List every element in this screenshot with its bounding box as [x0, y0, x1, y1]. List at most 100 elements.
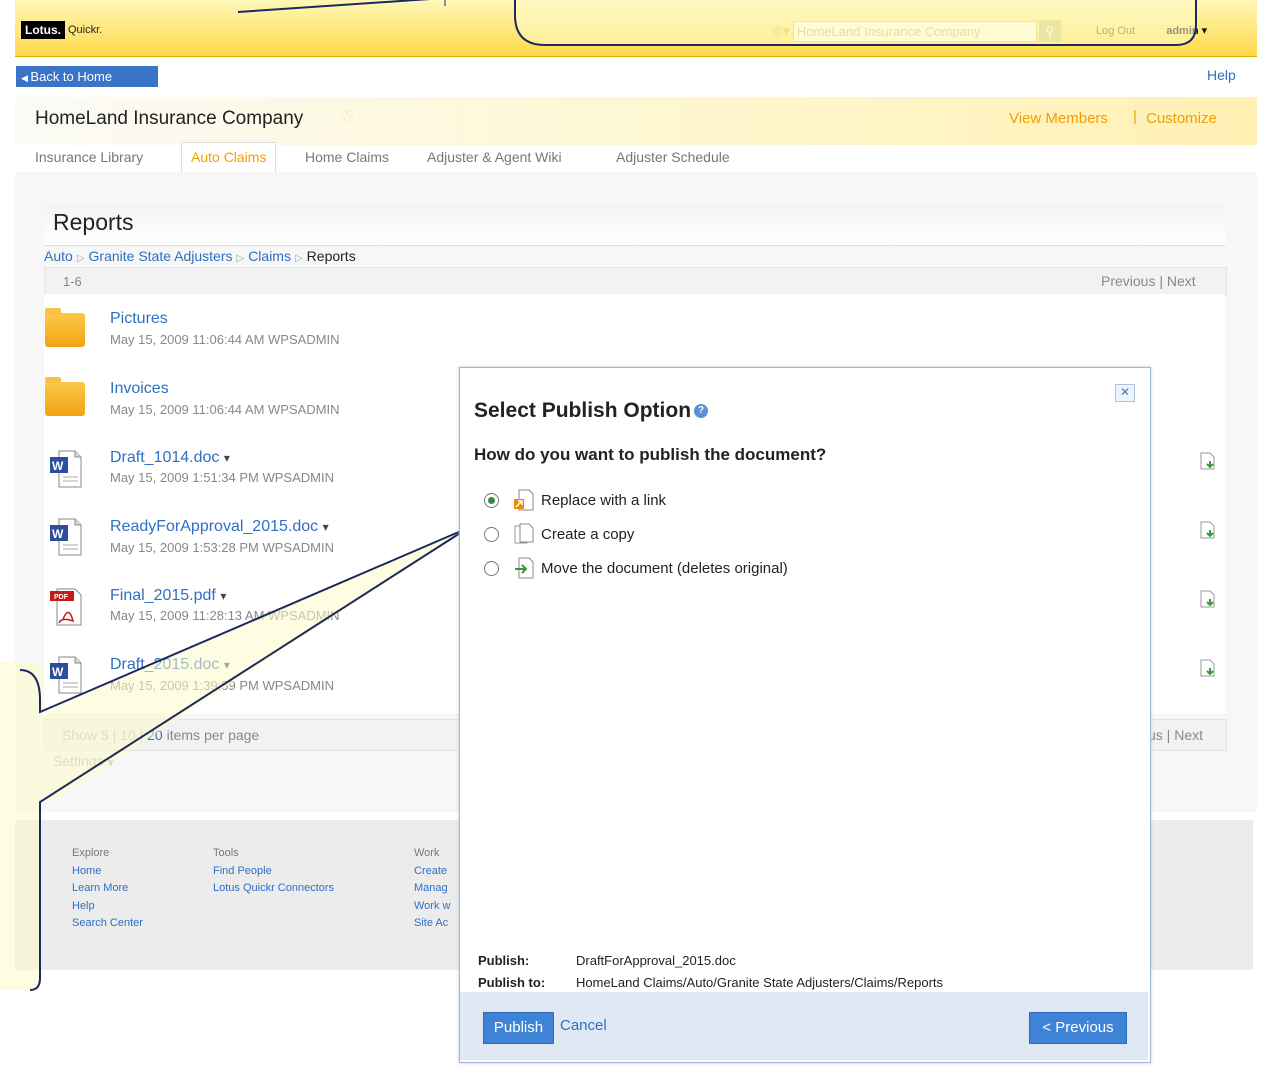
next-link[interactable]: Next: [1167, 273, 1196, 289]
publish-to-value: HomeLand Claims/Auto/Granite State Adjus…: [576, 975, 944, 990]
search-icon[interactable]: ⚲: [1038, 20, 1061, 42]
tab-home-claims[interactable]: Home Claims: [305, 149, 389, 165]
footer-link[interactable]: Learn More: [72, 880, 143, 898]
show-20-link[interactable]: 20: [147, 727, 163, 743]
download-icon[interactable]: [1199, 521, 1217, 539]
breadcrumb: Auto ▷ Granite State Adjusters ▷ Claims ▷ Repo…: [44, 248, 356, 264]
list-item-name[interactable]: Invoices: [110, 380, 169, 398]
list-item-name[interactable]: Final_2015.pdf ▾: [110, 587, 226, 605]
radio-move-document[interactable]: [484, 560, 499, 576]
pager-bar: [44, 267, 1227, 295]
dialog-question: How do you want to publish the document?: [474, 445, 827, 464]
item-range: 1-6: [63, 274, 82, 289]
list-item-name[interactable]: Draft_2015.doc ▾: [110, 656, 230, 674]
logo-brand: Lotus.: [21, 21, 65, 39]
list-item-name[interactable]: Draft_1014.doc ▾: [110, 449, 230, 467]
tab-insurance-library[interactable]: Insurance Library: [35, 149, 143, 165]
option-create-copy[interactable]: Create a copy: [484, 523, 634, 545]
breadcrumb-granite[interactable]: Granite State Adjusters: [89, 248, 233, 264]
show-10-link[interactable]: 10: [120, 727, 136, 743]
breadcrumb-arrow-icon: ▷: [76, 253, 85, 264]
list-item-name[interactable]: Pictures: [110, 310, 168, 328]
svg-text:W: W: [52, 527, 64, 541]
svg-text:W: W: [52, 665, 64, 679]
footer-heading: Explore: [72, 847, 110, 859]
folder-icon[interactable]: [45, 377, 85, 416]
breadcrumb-auto[interactable]: Auto: [44, 248, 73, 264]
breadcrumb-claims[interactable]: Claims: [248, 248, 291, 264]
show-5-link[interactable]: 5: [101, 727, 109, 743]
heart-icon[interactable]: ♡: [340, 107, 354, 127]
publish-button[interactable]: Publish: [483, 1012, 554, 1044]
items-per-page: Show 5 | 10 | 20 items per page: [62, 727, 260, 743]
lotus-quickr-logo[interactable]: Lotus. Quickr.: [21, 21, 102, 39]
logout-link[interactable]: Log Out: [1096, 25, 1135, 37]
publish-info: Publish: DraftForApproval_2015.doc Publis…: [478, 950, 943, 994]
cancel-link[interactable]: Cancel: [560, 1017, 607, 1034]
back-to-home-button[interactable]: ◀ Back to Home: [16, 66, 158, 87]
footer-link[interactable]: Work w: [414, 898, 450, 916]
chevron-down-icon[interactable]: ▾: [1202, 25, 1208, 37]
chevron-down-icon: ▾: [223, 451, 230, 465]
top-bar: [15, 0, 1257, 57]
customize-link[interactable]: Customize: [1146, 110, 1217, 127]
previous-link[interactable]: Previous: [1101, 273, 1155, 289]
user-menu[interactable]: Log Out admin ▾: [1096, 24, 1207, 37]
place-tabs: Insurance Library Auto Claims Home Claim…: [15, 141, 1245, 174]
footer-heading: Work: [414, 847, 440, 859]
pager-bottom[interactable]: us | Next: [1148, 727, 1203, 743]
radio-replace-with-link[interactable]: [484, 492, 499, 508]
list-item-meta: May 15, 2009 11:28:13 AM WPSADMIN: [110, 608, 340, 623]
footer-link[interactable]: Create: [414, 863, 450, 881]
page-title: Reports: [53, 209, 134, 235]
pdf-icon[interactable]: PDF: [49, 587, 83, 627]
tab-adjuster-schedule[interactable]: Adjuster Schedule: [616, 149, 730, 165]
footer-link[interactable]: Home: [72, 863, 143, 881]
tab-adjuster-agent-wiki[interactable]: Adjuster & Agent Wiki: [427, 149, 562, 165]
close-icon[interactable]: ✕: [1115, 384, 1135, 402]
download-icon[interactable]: [1199, 590, 1217, 608]
pager-sep: |: [1159, 273, 1163, 289]
footer-explore: Explore Home Learn More Help Search Cent…: [72, 845, 143, 933]
help-icon[interactable]: ?: [694, 404, 709, 419]
footer-link[interactable]: Find People: [213, 863, 334, 881]
footer-link[interactable]: Site Ac: [414, 915, 450, 933]
list-item-name[interactable]: ReadyForApproval_2015.doc ▾: [110, 518, 329, 536]
word-doc-icon[interactable]: W: [49, 655, 83, 695]
user-name[interactable]: admin: [1166, 25, 1198, 37]
show-label: Show: [62, 727, 98, 743]
option-move-document[interactable]: Move the document (deletes original): [484, 557, 788, 579]
reports-header: [44, 205, 1225, 246]
list-item-meta: May 15, 2009 11:06:44 AM WPSADMIN: [110, 402, 340, 417]
radio-create-copy[interactable]: [484, 526, 499, 542]
option-replace-with-link[interactable]: Replace with a link: [484, 489, 666, 511]
download-icon[interactable]: [1199, 452, 1217, 470]
breadcrumb-arrow-icon: ▷: [236, 253, 245, 264]
settings-menu[interactable]: Settings ▾: [53, 753, 114, 769]
help-link[interactable]: Help: [1207, 67, 1236, 83]
header-separator: |: [1133, 108, 1137, 125]
tab-auto-claims[interactable]: Auto Claims: [181, 142, 277, 174]
view-members-link[interactable]: View Members: [1009, 110, 1108, 127]
publish-value: DraftForApproval_2015.doc: [576, 953, 736, 968]
link-document-icon: [514, 489, 534, 511]
word-doc-icon[interactable]: W: [49, 449, 83, 489]
footer-link[interactable]: Search Center: [72, 915, 143, 933]
option-label: Move the document (deletes original): [541, 559, 788, 577]
chevron-down-icon: ▾: [223, 658, 230, 672]
download-icon[interactable]: [1199, 659, 1217, 677]
word-doc-icon[interactable]: W: [49, 517, 83, 557]
footer-link[interactable]: Manag: [414, 880, 450, 898]
footer-link[interactable]: Help: [72, 898, 143, 916]
previous-button[interactable]: < Previous: [1029, 1012, 1127, 1044]
search-input[interactable]: [792, 20, 1037, 42]
search-scope-icon[interactable]: ◎▾: [772, 23, 790, 39]
list-item-meta: May 15, 2009 1:53:28 PM WPSADMIN: [110, 540, 334, 555]
publish-key: Publish:: [478, 953, 530, 968]
list-item-meta: May 15, 2009 11:06:44 AM WPSADMIN: [110, 332, 340, 347]
list-item-meta: May 15, 2009 1:39:59 PM WPSADMIN: [110, 678, 334, 693]
folder-icon[interactable]: [45, 308, 85, 347]
footer-tools: Tools Find People Lotus Quickr Connector…: [213, 845, 334, 898]
footer-heading: Tools: [213, 847, 239, 859]
footer-link[interactable]: Lotus Quickr Connectors: [213, 880, 334, 898]
